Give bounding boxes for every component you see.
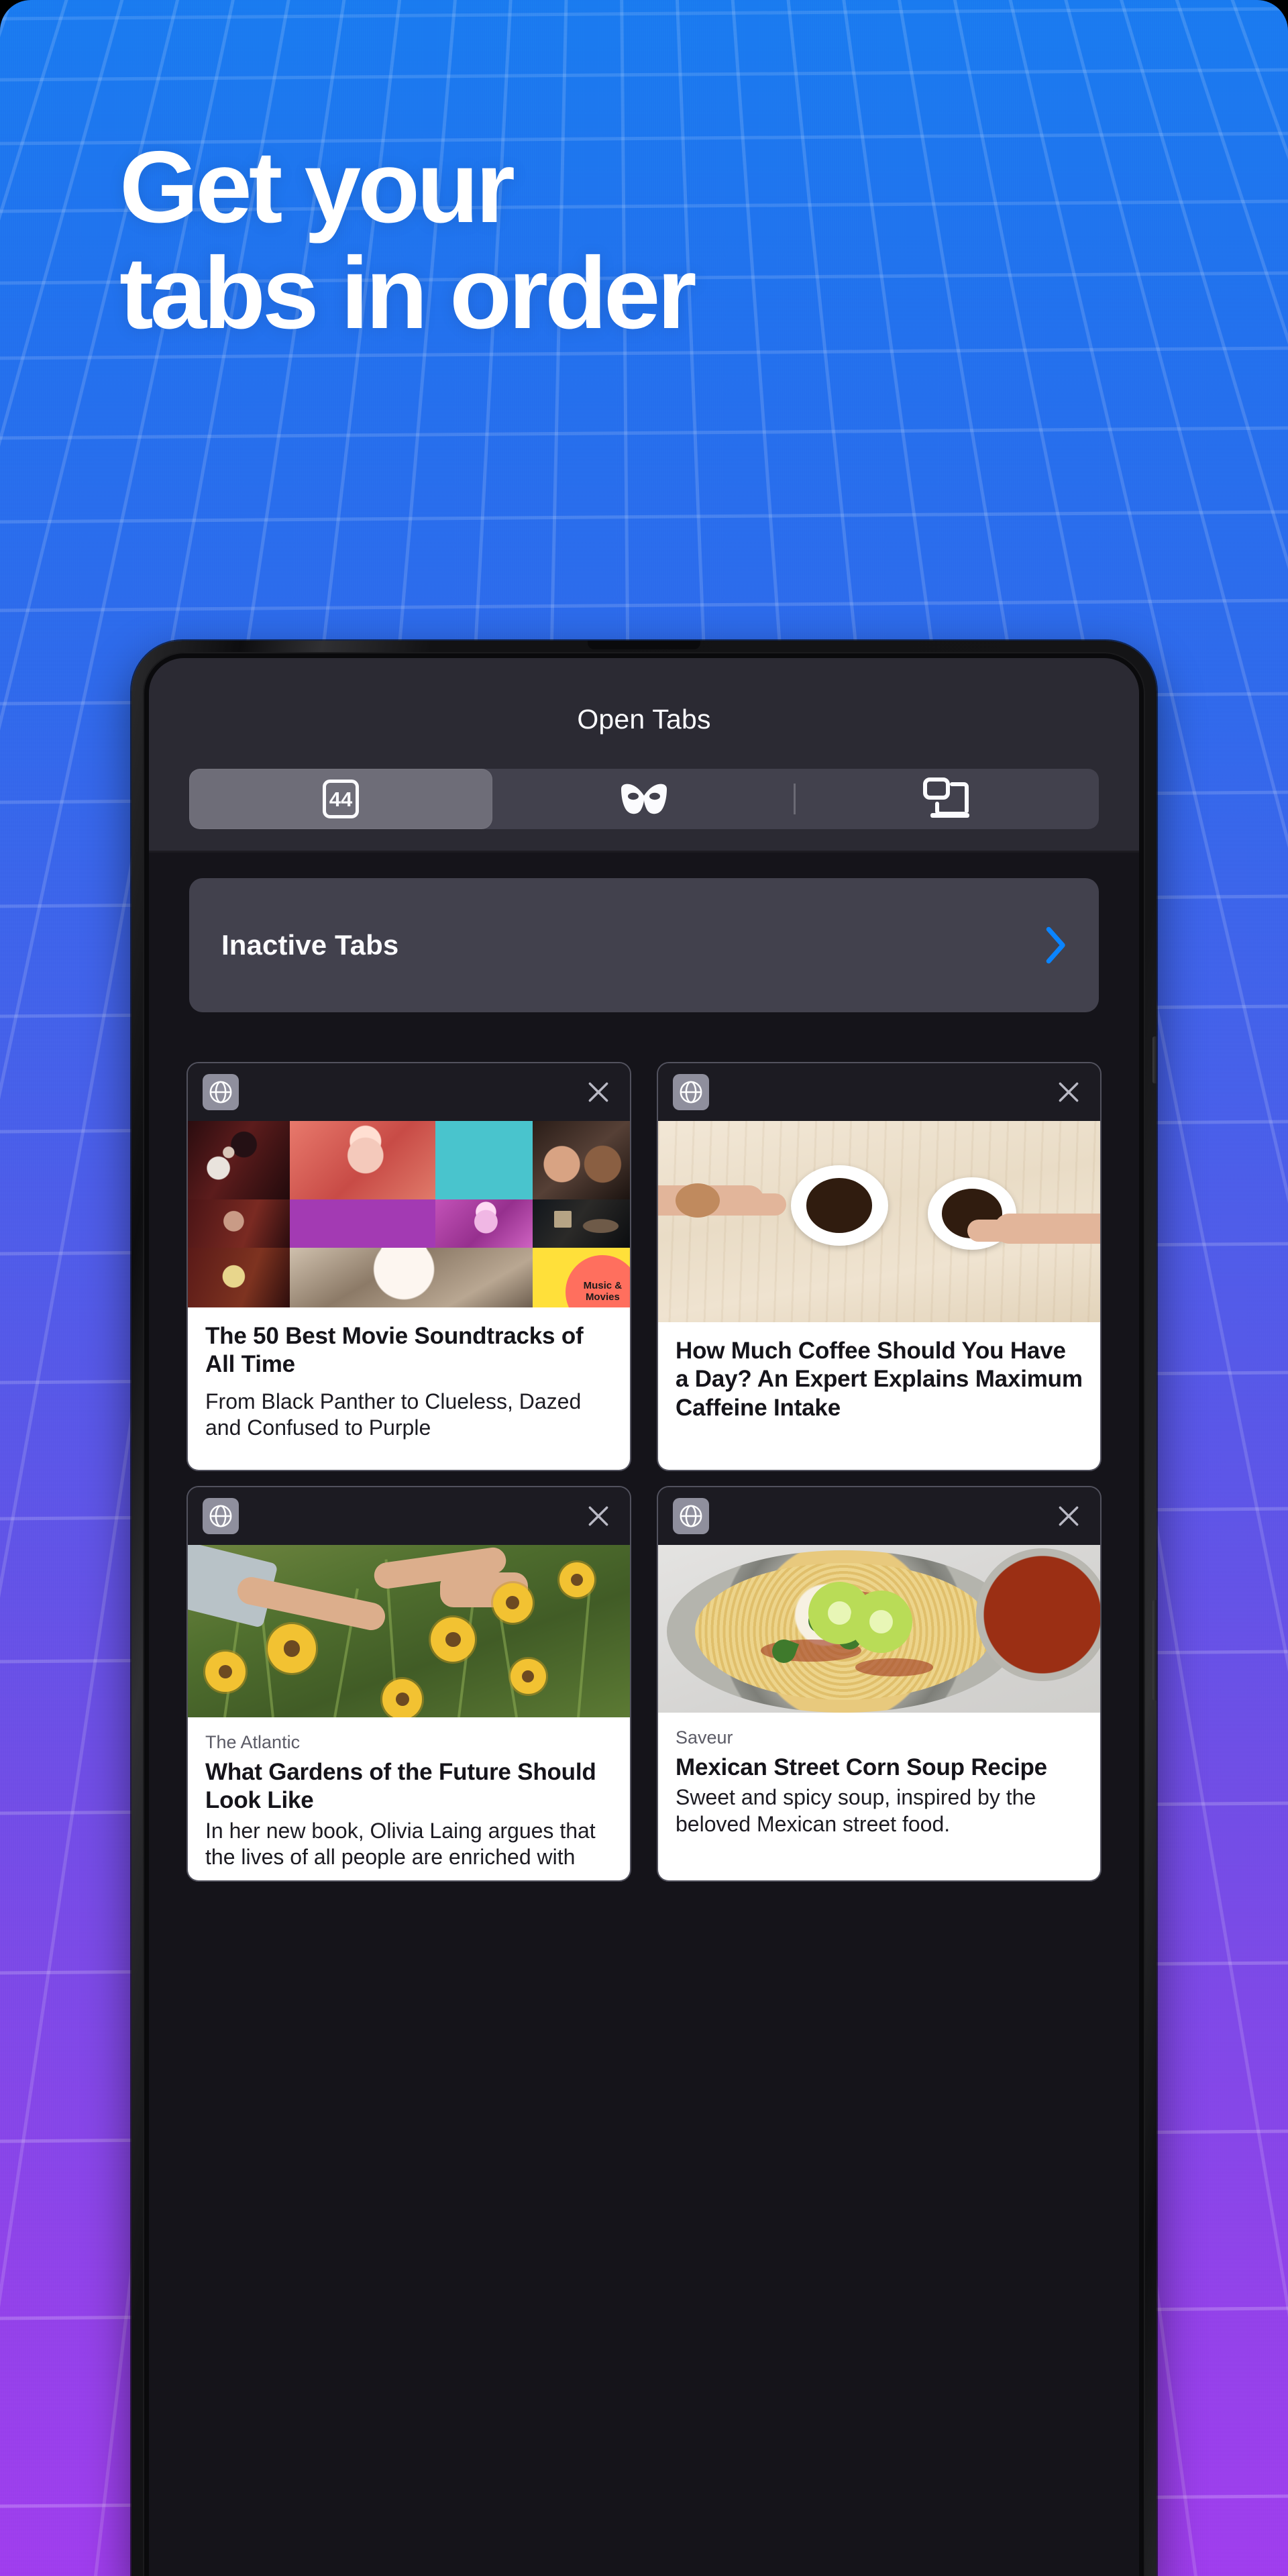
globe-icon bbox=[203, 1074, 239, 1110]
globe-icon bbox=[673, 1074, 709, 1110]
phone-screen: Open Tabs 44 Inactive Tabs Music & Movie… bbox=[149, 658, 1139, 2576]
collage-badge: Music & Movies bbox=[566, 1254, 630, 1307]
tab-card[interactable]: The Atlantic What Gardens of the Future … bbox=[186, 1486, 631, 1882]
tab-card-text: How Much Coffee Should You Have a Day? A… bbox=[658, 1322, 1100, 1470]
segment-normal-tabs[interactable]: 44 bbox=[189, 769, 492, 829]
phone-mute-button[interactable] bbox=[1152, 1036, 1157, 1083]
chevron-right-icon bbox=[1046, 926, 1065, 964]
private-mask-icon bbox=[621, 784, 667, 814]
phone-volume-button[interactable] bbox=[1152, 1600, 1157, 1701]
corn-soup-artwork bbox=[658, 1545, 1100, 1713]
tab-card-source: The Atlantic bbox=[205, 1731, 301, 1752]
tab-card-title: The 50 Best Movie Soundtracks of All Tim… bbox=[205, 1323, 584, 1378]
headline-line-1: Get your bbox=[119, 130, 515, 244]
segment-private-tabs[interactable] bbox=[492, 769, 796, 829]
phone-mockup: Open Tabs 44 Inactive Tabs Music & Movie… bbox=[131, 641, 1157, 2576]
headline-line-2: tabs in order bbox=[119, 236, 697, 351]
tab-card-source: Saveur bbox=[676, 1727, 733, 1748]
tab-card[interactable]: Saveur Mexican Street Corn Soup Recipe S… bbox=[657, 1486, 1102, 1882]
tab-card[interactable]: Music & Movies The 50 Best Movie Soundtr… bbox=[186, 1062, 631, 1471]
tab-card-grid: Music & Movies The 50 Best Movie Soundtr… bbox=[186, 1062, 1102, 1882]
inactive-tabs-label: Inactive Tabs bbox=[221, 929, 399, 961]
tab-card-header bbox=[188, 1487, 630, 1545]
sync-devices-icon bbox=[923, 777, 969, 818]
tab-card-text: The 50 Best Movie Soundtracks of All Tim… bbox=[188, 1307, 630, 1470]
tab-card-thumbnail bbox=[658, 1545, 1100, 1713]
inactive-tabs-row[interactable]: Inactive Tabs bbox=[189, 878, 1099, 1012]
tab-card-thumbnail: Music & Movies bbox=[188, 1121, 630, 1307]
tab-card-text: The Atlantic What Gardens of the Future … bbox=[188, 1717, 630, 1880]
tab-card-thumbnail bbox=[188, 1545, 630, 1717]
tab-card-header bbox=[188, 1063, 630, 1121]
movie-collage-artwork: Music & Movies bbox=[188, 1121, 630, 1307]
tabs-tray-body: Inactive Tabs Music & Movies The 50 Best… bbox=[149, 853, 1139, 2396]
close-icon[interactable] bbox=[583, 1501, 614, 1532]
tabs-segmented-control[interactable]: 44 bbox=[189, 769, 1099, 829]
chili-powder-dish bbox=[976, 1548, 1100, 1681]
tab-card-title: How Much Coffee Should You Have a Day? A… bbox=[676, 1338, 1083, 1421]
tab-card[interactable]: How Much Coffee Should You Have a Day? A… bbox=[657, 1062, 1102, 1471]
coffee-cups-artwork bbox=[658, 1121, 1100, 1322]
screenshot-canvas: Get your tabs in order Open Tabs 44 Inac… bbox=[0, 0, 1288, 2576]
garden-flowers-artwork bbox=[188, 1545, 630, 1717]
close-icon[interactable] bbox=[1053, 1501, 1084, 1532]
marketing-headline: Get your tabs in order bbox=[119, 134, 1193, 346]
close-icon[interactable] bbox=[1053, 1077, 1084, 1108]
close-icon[interactable] bbox=[583, 1077, 614, 1108]
tab-card-title: What Gardens of the Future Should Look L… bbox=[205, 1758, 596, 1814]
tabs-tray-header: Open Tabs 44 bbox=[149, 658, 1139, 853]
globe-icon bbox=[203, 1498, 239, 1534]
tab-card-description: Sweet and spicy soup, inspired by the be… bbox=[676, 1785, 1036, 1837]
tab-card-header bbox=[658, 1487, 1100, 1545]
tab-card-header bbox=[658, 1063, 1100, 1121]
globe-icon bbox=[673, 1498, 709, 1534]
phone-notch bbox=[588, 641, 700, 649]
page-title: Open Tabs bbox=[577, 704, 711, 735]
tab-card-text: Saveur Mexican Street Corn Soup Recipe S… bbox=[658, 1713, 1100, 1880]
tab-count-icon: 44 bbox=[323, 780, 359, 818]
tab-card-description: From Black Panther to Clueless, Dazed an… bbox=[205, 1389, 582, 1440]
tab-card-description: In her new book, Olivia Laing argues tha… bbox=[205, 1818, 596, 1870]
tab-count-badge: 44 bbox=[329, 787, 353, 811]
tab-card-title: Mexican Street Corn Soup Recipe bbox=[676, 1754, 1047, 1780]
segment-synced-tabs[interactable] bbox=[796, 769, 1099, 829]
tab-card-thumbnail bbox=[658, 1121, 1100, 1322]
